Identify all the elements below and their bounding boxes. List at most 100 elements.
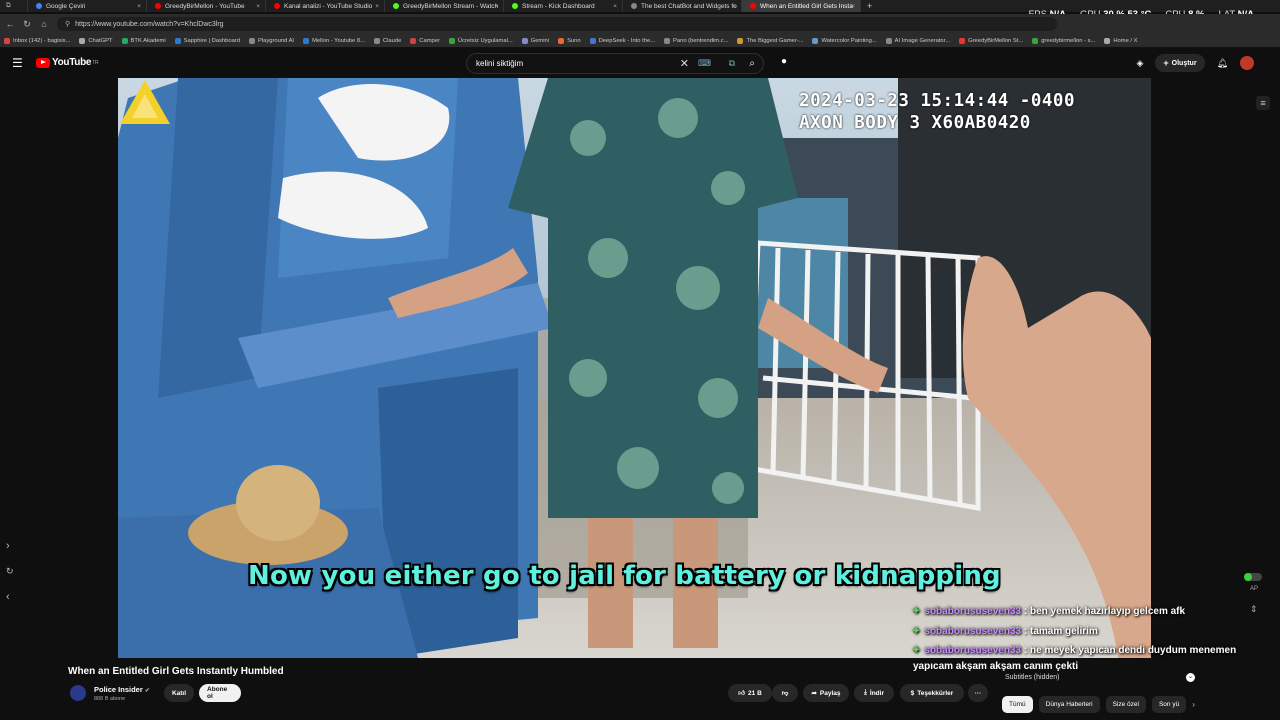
close-icon[interactable]: × — [137, 3, 141, 10]
tab-0[interactable]: ⧉ — [0, 0, 28, 12]
translate-icon[interactable]: ⧉ — [729, 58, 735, 69]
home-icon[interactable]: ⌂ — [37, 19, 51, 29]
chevron-right-icon[interactable]: › — [1192, 696, 1195, 713]
close-icon[interactable]: × — [494, 3, 498, 10]
chip-for-you[interactable]: Size özel — [1105, 696, 1146, 713]
bookmark-item[interactable]: BTK Akademi — [121, 37, 166, 44]
bookmarks-bar: Inbox (142) - bagisis... ChatGPT BTK Akade… — [0, 34, 1280, 48]
bookmark-item[interactable]: Gemini — [521, 37, 549, 44]
dislike-button[interactable]: 👎︎ — [772, 684, 798, 702]
more-actions-button[interactable]: ··· — [968, 684, 988, 702]
bookmark-favicon-icon — [448, 37, 455, 44]
bookmark-item[interactable]: Watercolor Painting... — [812, 37, 877, 44]
bookmark-item[interactable]: The Biggest Gamer-... — [737, 37, 803, 44]
tab-chatbot[interactable]: The best ChatBot and Widgets fo × — [623, 0, 742, 12]
like-button[interactable]: 👍︎ 21 B — [728, 684, 772, 702]
bookmark-favicon-icon — [303, 37, 310, 44]
sparkle-badge-icon: ✦ — [912, 606, 921, 617]
bookmark-favicon-icon — [737, 37, 744, 44]
chevron-down-icon[interactable]: ⌄ — [1186, 673, 1195, 682]
share-icon: ➦ — [811, 690, 817, 697]
subscribe-button[interactable]: Abone ol — [199, 684, 241, 702]
autoplay-toggle[interactable] — [1244, 573, 1262, 581]
autoplay-label: AP — [1250, 586, 1259, 592]
bookmark-favicon-icon — [174, 37, 181, 44]
cast-icon[interactable]: ◈ — [1136, 58, 1143, 69]
bookmark-item[interactable]: greedybirmellon - s... — [1032, 37, 1095, 44]
chip-world-news[interactable]: Dünya Haberleri — [1038, 696, 1100, 713]
reload-icon[interactable]: ↻ — [20, 19, 34, 30]
avatar[interactable] — [1240, 56, 1254, 70]
hamburger-menu-icon[interactable]: ☰ — [12, 57, 24, 69]
bookmark-favicon-icon — [959, 37, 966, 44]
thanks-button[interactable]: $ Teşekkürler — [900, 684, 964, 702]
close-icon[interactable]: × — [851, 3, 855, 10]
close-icon[interactable]: × — [613, 3, 617, 10]
youtube-studio-icon — [274, 3, 280, 9]
bookmark-item[interactable]: Ücretsiz Uygulamal... — [448, 37, 513, 44]
bookmark-item[interactable]: ChatGPT — [79, 37, 113, 44]
keyboard-icon[interactable]: ⌨ — [698, 58, 711, 69]
chevron-right-icon[interactable]: › — [6, 540, 14, 552]
search-icon[interactable]: ⌕ — [749, 58, 755, 69]
microphone-icon[interactable]: ● — [776, 56, 792, 72]
chip-all[interactable]: Tümü — [1002, 696, 1033, 713]
bookmark-item[interactable]: Pano (bentrendim.c... — [664, 37, 728, 44]
super-thanks-icon: $ — [910, 689, 915, 697]
chevron-left-icon[interactable]: ‹ — [6, 591, 14, 603]
close-icon[interactable]: × — [732, 3, 736, 10]
bookmark-favicon-icon — [885, 37, 892, 44]
google-translate-icon — [36, 3, 42, 9]
search-input[interactable]: kelini siktiğim ✕ ⌨ ⧉ ⌕ — [466, 53, 764, 74]
youtube-icon — [750, 3, 756, 9]
bookmark-item[interactable]: Sapphire | Dashboard — [174, 37, 240, 44]
bookmark-item[interactable]: Suno — [558, 37, 581, 44]
thumbs-up-icon: 👍︎ — [738, 690, 746, 697]
kick-icon — [393, 3, 399, 9]
tab-kick-watch[interactable]: GreedyBirMellon Stream - Watch × — [385, 0, 504, 12]
bookmark-item[interactable]: Home / X — [1104, 37, 1138, 44]
chat-message-continuation: yapıcam akşam akşam canım çekti — [913, 661, 1079, 672]
join-button[interactable]: Katıl — [164, 684, 194, 702]
bookmark-item[interactable]: Camper — [410, 37, 440, 44]
download-button[interactable]: ⤓ İndir — [854, 684, 894, 702]
verified-icon: ✔ — [144, 688, 150, 694]
tab-youtube-studio[interactable]: Kanal analizi - YouTube Studio × — [266, 0, 385, 12]
thumbs-down-icon: 👎︎ — [781, 690, 789, 697]
tab-menu-icon: ⧉ — [6, 2, 11, 9]
bookmark-item[interactable]: AI Image Generator... — [885, 37, 950, 44]
chat-scroll-icon[interactable]: ⇕ — [1250, 604, 1258, 615]
bookmark-item[interactable]: Inbox (142) - bagisis... — [4, 37, 70, 44]
channel-avatar[interactable] — [70, 685, 86, 701]
bookmark-favicon-icon — [558, 37, 565, 44]
new-tab-button[interactable]: + — [867, 1, 872, 11]
youtube-logo[interactable]: YouTube TR — [36, 57, 99, 68]
notifications-icon[interactable]: 🔔︎ — [1217, 58, 1228, 69]
clear-search-icon[interactable]: ✕ — [680, 57, 689, 70]
video-player[interactable]: 2024-03-23 15:14:44 -0400 AXON BODY 3 X6… — [118, 78, 1151, 658]
bookmark-item[interactable]: Claude — [373, 37, 401, 44]
chip-recent[interactable]: Son yü — [1151, 696, 1187, 713]
tab-google-translate[interactable]: Google Çeviri × — [28, 0, 147, 12]
close-icon[interactable]: × — [256, 3, 260, 10]
url-field[interactable]: ⚲ https://www.youtube.com/watch?v=KhclDw… — [57, 17, 1057, 31]
create-button[interactable]: + Oluştur — [1155, 54, 1205, 72]
site-info-icon[interactable]: ⚲ — [65, 20, 70, 28]
close-icon[interactable]: × — [375, 3, 379, 10]
tab-current-video[interactable]: When an Entitled Girl Gets Insta × — [742, 0, 861, 12]
bookmark-item[interactable]: GreedyBirMellon St... — [959, 37, 1023, 44]
chat-message: ✦ sobaborususeven33 : tamam gelirim — [912, 625, 1098, 637]
share-button[interactable]: ➦ Paylaş — [803, 684, 849, 702]
refresh-icon[interactable]: ↻ — [6, 566, 14, 577]
playlist-icon[interactable]: ≡ — [1256, 96, 1270, 110]
tab-kick-dashboard[interactable]: Stream - Kick Dashboard × — [504, 0, 623, 12]
bookmark-item[interactable]: Playground AI — [248, 37, 294, 44]
bookmark-item[interactable]: Mellon - Youtube 8... — [303, 37, 365, 44]
channel-name[interactable]: Police Insider ✔ — [94, 685, 150, 694]
bookmark-item[interactable]: DeepSeek - Into the... — [589, 37, 655, 44]
masthead-actions: ◈ + Oluştur 🔔︎ — [1136, 54, 1254, 72]
back-icon[interactable]: ← — [3, 19, 17, 29]
sparkle-badge-icon: ✦ — [912, 625, 921, 637]
sparkle-badge-icon: ✦ — [912, 645, 921, 656]
tab-youtube-channel[interactable]: GreedyBirMellon - YouTube × — [147, 0, 266, 12]
